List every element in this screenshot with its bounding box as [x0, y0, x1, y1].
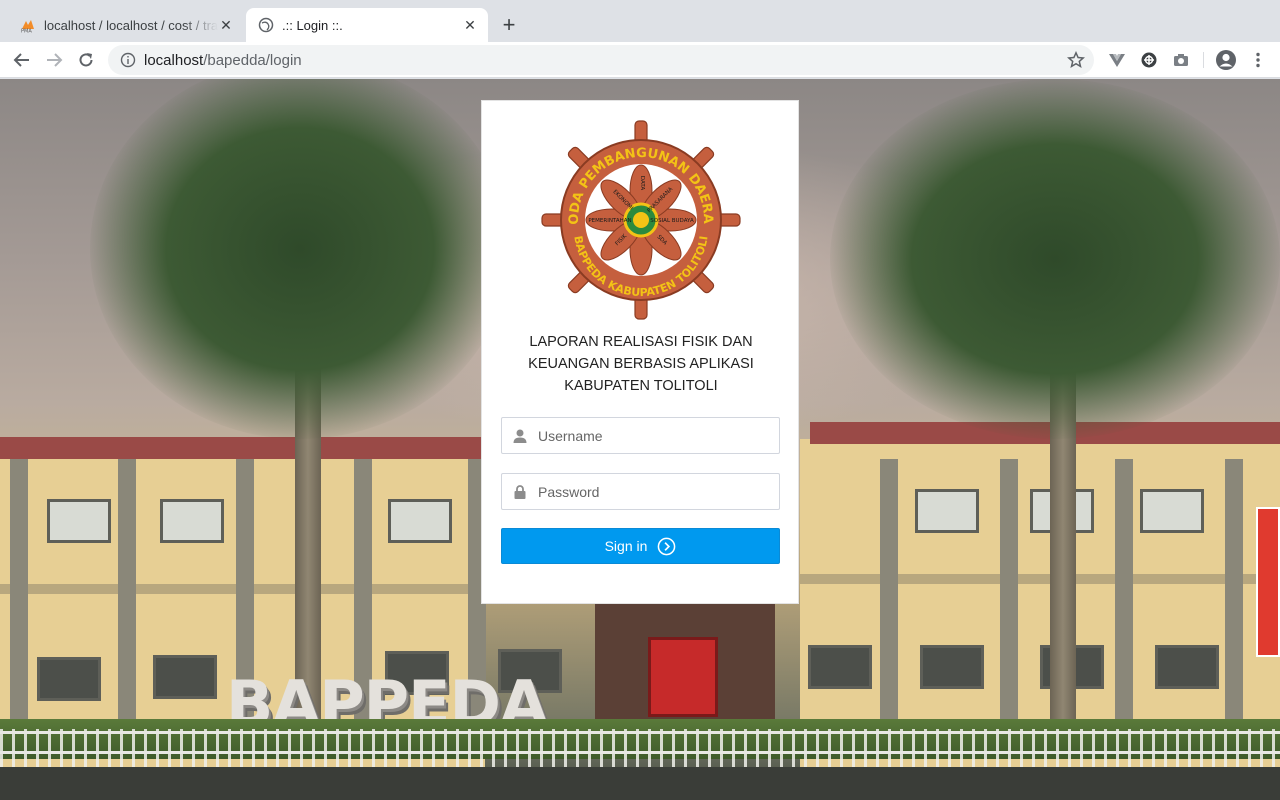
logo-spoke-sosial-budaya: SOSIAL BUDAYA	[650, 218, 694, 224]
arrow-left-icon	[13, 53, 29, 67]
roof	[0, 437, 485, 459]
red-door	[648, 637, 718, 717]
app-title-line: KABUPATEN TOLITOLI	[564, 378, 718, 394]
user-icon	[502, 418, 538, 453]
url-text: localhost/bapedda/login	[144, 52, 302, 69]
arrow-right-icon	[47, 53, 63, 67]
window	[160, 499, 224, 543]
vue-devtools-icon[interactable]	[1107, 50, 1127, 70]
page-background: BAPPEDA ODA PEMBANGUNAN DAERA BAPPEDA KA…	[0, 79, 1280, 800]
back-button[interactable]	[8, 46, 36, 74]
sign-in-label: Sign in	[604, 538, 648, 554]
new-tab-button[interactable]: +	[496, 12, 522, 38]
pillar	[1000, 459, 1018, 759]
pillar	[10, 459, 28, 759]
close-tab-icon[interactable]: ✕	[462, 17, 478, 33]
pillar	[1225, 459, 1243, 759]
pillar	[1115, 459, 1133, 759]
fence	[0, 729, 1280, 767]
dharma-wheel-logo: RODA PEMBANGUNAN DAERAH BAPPEDA KABUPATE…	[535, 108, 741, 320]
fence-rail	[0, 731, 1280, 734]
reload-icon	[79, 53, 93, 67]
forward-button[interactable]	[40, 46, 68, 74]
app-title: LAPORAN REALISASI FISIK DAN KEUANGAN BER…	[502, 331, 780, 397]
palm-crown	[830, 79, 1280, 439]
password-field[interactable]	[501, 473, 780, 510]
sign-in-button[interactable]: Sign in	[501, 528, 780, 564]
tab-login[interactable]: .:: Login ::. ✕	[246, 8, 488, 42]
window	[1155, 645, 1219, 689]
address-bar[interactable]: localhost/bapedda/login	[108, 45, 1094, 75]
ground	[0, 767, 1280, 800]
floor-line	[800, 574, 1280, 584]
window	[388, 499, 452, 543]
close-tab-icon[interactable]: ✕	[218, 17, 234, 33]
toolbar-divider	[1203, 52, 1204, 68]
tab-title: .:: Login ::.	[282, 17, 343, 33]
url-host: localhost	[144, 51, 204, 69]
lock-icon	[502, 474, 538, 509]
globe-icon	[258, 17, 274, 33]
app-title-line: LAPORAN REALISASI FISIK DAN	[529, 334, 753, 350]
username-field[interactable]	[501, 417, 780, 454]
password-input[interactable]	[538, 475, 779, 508]
profile-avatar-icon[interactable]	[1215, 49, 1237, 71]
phpmyadmin-icon: PMA	[20, 17, 36, 33]
window	[153, 655, 217, 699]
tab-title: localhost / localhost / cost / tra	[44, 17, 218, 33]
browser-toolbar: localhost/bapedda/login	[0, 42, 1280, 78]
pillar	[880, 459, 898, 759]
svg-text:PMA: PMA	[21, 29, 32, 34]
logo-spoke-data: DATA	[639, 176, 645, 190]
arrow-circle-right-icon	[658, 537, 676, 555]
extension-icon[interactable]	[1139, 50, 1159, 70]
url-path: /bapedda/login	[203, 51, 302, 69]
reload-button[interactable]	[72, 46, 100, 74]
camera-icon[interactable]	[1171, 50, 1191, 70]
pillar	[118, 459, 136, 759]
tab-strip: PMA localhost / localhost / cost / tra ✕…	[0, 0, 1280, 42]
window	[915, 489, 979, 533]
info-icon	[120, 52, 136, 68]
window	[47, 499, 111, 543]
bookmark-star-icon[interactable]	[1066, 50, 1086, 70]
login-card: RODA PEMBANGUNAN DAERAH BAPPEDA KABUPATE…	[481, 100, 799, 604]
window	[920, 645, 984, 689]
window	[37, 657, 101, 701]
app-title-line: KEUANGAN BERBASIS APLIKASI	[528, 356, 754, 372]
banner	[1256, 507, 1280, 657]
fence-rail	[0, 751, 1280, 754]
window	[808, 645, 872, 689]
bappeda-logo: RODA PEMBANGUNAN DAERAH BAPPEDA KABUPATE…	[535, 108, 742, 321]
tab-phpmyadmin[interactable]: PMA localhost / localhost / cost / tra ✕	[8, 8, 244, 42]
window	[1140, 489, 1204, 533]
username-input[interactable]	[538, 419, 779, 452]
menu-kebab-icon[interactable]	[1248, 50, 1268, 70]
logo-spoke-pemerintahan: PEMERINTAHAN	[588, 218, 631, 224]
